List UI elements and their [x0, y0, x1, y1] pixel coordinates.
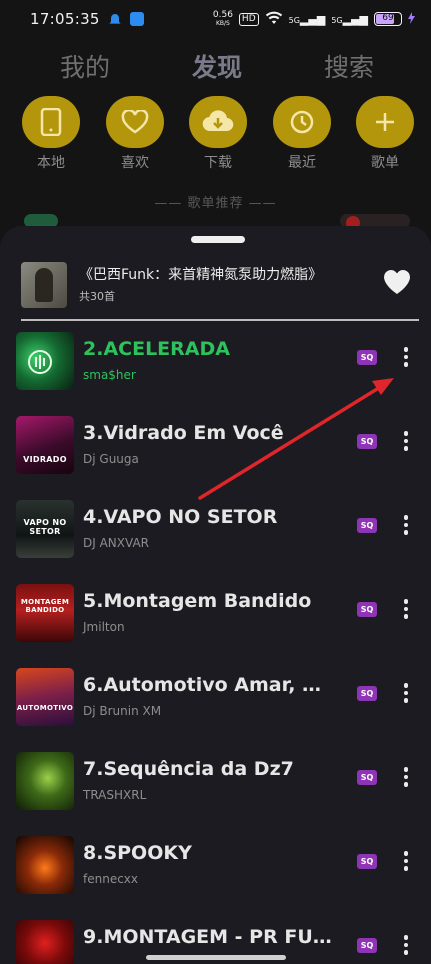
charging-icon — [408, 11, 415, 27]
song-artist: DJ ANXVAR — [83, 536, 149, 550]
song-cover — [16, 332, 74, 390]
signal-1-label: 5G — [288, 15, 300, 25]
category-downloads[interactable]: 下载 — [189, 96, 247, 172]
song-title: 9.MONTAGEM - PR FUNK — [83, 926, 338, 948]
signal-5g-1: 5G▂▄▆ — [288, 12, 326, 26]
song-artist: fennecxx — [83, 872, 139, 886]
more-options-icon[interactable] — [394, 344, 418, 370]
song-cover: AUTOMOTIVO — [16, 668, 74, 726]
header-divider — [21, 319, 419, 321]
wifi-icon — [265, 11, 283, 28]
song-title: 2.ACELERADA — [83, 338, 230, 360]
sq-quality-badge: SQ — [357, 854, 377, 869]
sq-quality-badge: SQ — [357, 602, 377, 617]
category-label: 歌单 — [371, 155, 399, 171]
more-options-icon[interactable] — [394, 680, 418, 706]
song-artist: sma$her — [83, 368, 136, 382]
more-options-icon[interactable] — [394, 764, 418, 790]
song-artist: Dj Brunin XM — [83, 704, 162, 718]
net-speed: 0.56 KB/S — [212, 9, 233, 28]
category-playlists[interactable]: 歌单 — [356, 96, 414, 172]
song-cover — [16, 752, 74, 810]
sq-quality-badge: SQ — [357, 938, 377, 953]
song-cover: VIDRADO — [16, 416, 74, 474]
playlist-cover — [21, 262, 67, 308]
song-cover — [16, 920, 74, 964]
favorite-heart-icon[interactable] — [382, 268, 412, 296]
category-label: 本地 — [37, 155, 65, 171]
tab-search[interactable]: 搜索 — [324, 48, 374, 84]
song-title: 6.Automotivo Amar, Ma … — [83, 674, 338, 696]
song-title: 5.Montagem Bandido — [83, 590, 312, 612]
sq-quality-badge: SQ — [357, 434, 377, 449]
battery-indicator: 69 — [374, 12, 402, 26]
playlist-bottom-sheet: 《巴西Funk：来首精神氮泵助力燃脂》 共30首 2.ACELERADA sma… — [0, 226, 431, 964]
playlist-song-count: 共30首 — [79, 290, 115, 303]
more-options-icon[interactable] — [394, 932, 418, 958]
song-row[interactable]: MONTAGEM BANDIDO 5.Montagem Bandido Jmil… — [0, 578, 431, 662]
playing-indicator-icon — [28, 350, 52, 374]
category-shortcuts: 本地 喜欢 下载 最近 歌单 — [0, 96, 431, 174]
tab-discover[interactable]: 发现 — [192, 48, 242, 84]
category-label: 喜欢 — [121, 155, 149, 171]
song-title: 7.Sequência da Dz7 — [83, 758, 294, 780]
song-row[interactable]: AUTOMOTIVO 6.Automotivo Amar, Ma … Dj Br… — [0, 662, 431, 746]
category-local[interactable]: 本地 — [22, 96, 80, 172]
sq-quality-badge: SQ — [357, 350, 377, 365]
playlist-header: 《巴西Funk：来首精神氮泵助力燃脂》 共30首 — [21, 260, 416, 310]
signal-2-label: 5G — [331, 15, 343, 25]
song-row[interactable]: 8.SPOOKY fennecxx SQ — [0, 830, 431, 914]
history-icon — [273, 96, 331, 148]
song-row[interactable]: 2.ACELERADA sma$her SQ — [0, 326, 431, 410]
song-title: 8.SPOOKY — [83, 842, 192, 864]
tab-mine[interactable]: 我的 — [60, 48, 110, 84]
tablet-icon — [22, 96, 80, 148]
status-bar: 17:05:35 0.56 KB/S HD 5G▂▄▆ 5G▂▄▆ 69 — [0, 0, 431, 38]
sq-quality-badge: SQ — [357, 686, 377, 701]
category-label: 下载 — [204, 155, 232, 171]
song-title: 3.Vidrado Em Você — [83, 422, 284, 444]
song-row[interactable]: 7.Sequência da Dz7 TRASHXRL SQ — [0, 746, 431, 830]
cover-art-text: AUTOMOTIVO — [16, 704, 74, 712]
hd-badge: HD — [238, 12, 259, 26]
song-row[interactable]: VAPO NO SETOR 4.VAPO NO SETOR DJ ANXVAR … — [0, 494, 431, 578]
sq-quality-badge: SQ — [357, 770, 377, 785]
qq-notification-icon — [108, 12, 122, 26]
app-notification-icon — [129, 12, 144, 26]
song-cover — [16, 836, 74, 894]
gesture-navigation-bar[interactable] — [146, 955, 286, 960]
plus-icon — [356, 96, 414, 148]
battery-level: 69 — [382, 13, 394, 23]
top-tab-bar: 我的 发现 搜索 — [0, 48, 431, 88]
song-cover: MONTAGEM BANDIDO — [16, 584, 74, 642]
song-cover: VAPO NO SETOR — [16, 500, 74, 558]
more-options-icon[interactable] — [394, 512, 418, 538]
cover-art-text: VIDRADO — [23, 455, 67, 464]
song-artist: Jmilton — [83, 620, 125, 634]
heart-icon — [106, 96, 164, 148]
status-time: 17:05:35 — [30, 10, 100, 28]
more-options-icon[interactable] — [394, 428, 418, 454]
signal-5g-2: 5G▂▄▆ — [331, 12, 368, 26]
cloud-download-icon — [189, 96, 247, 148]
cover-art-text: VAPO NO SETOR — [23, 518, 67, 536]
category-recent[interactable]: 最近 — [273, 96, 331, 172]
more-options-icon[interactable] — [394, 848, 418, 874]
category-favorites[interactable]: 喜欢 — [106, 96, 164, 172]
net-speed-value: 0.56 — [212, 9, 233, 20]
song-artist: TRASHXRL — [83, 788, 147, 802]
section-title: —— 歌单推荐 —— — [154, 196, 277, 211]
playlist-title: 《巴西Funk：来首精神氮泵助力燃脂》 — [79, 267, 323, 283]
song-row[interactable]: VIDRADO 3.Vidrado Em Você Dj Guuga SQ — [0, 410, 431, 494]
song-artist: Dj Guuga — [83, 452, 139, 466]
cover-art-text: MONTAGEM BANDIDO — [20, 598, 70, 614]
song-title: 4.VAPO NO SETOR — [83, 506, 278, 528]
category-label: 最近 — [288, 155, 316, 171]
more-options-icon[interactable] — [394, 596, 418, 622]
net-speed-unit: KB/S — [215, 19, 230, 27]
sq-quality-badge: SQ — [357, 518, 377, 533]
sheet-drag-handle[interactable] — [191, 236, 245, 243]
